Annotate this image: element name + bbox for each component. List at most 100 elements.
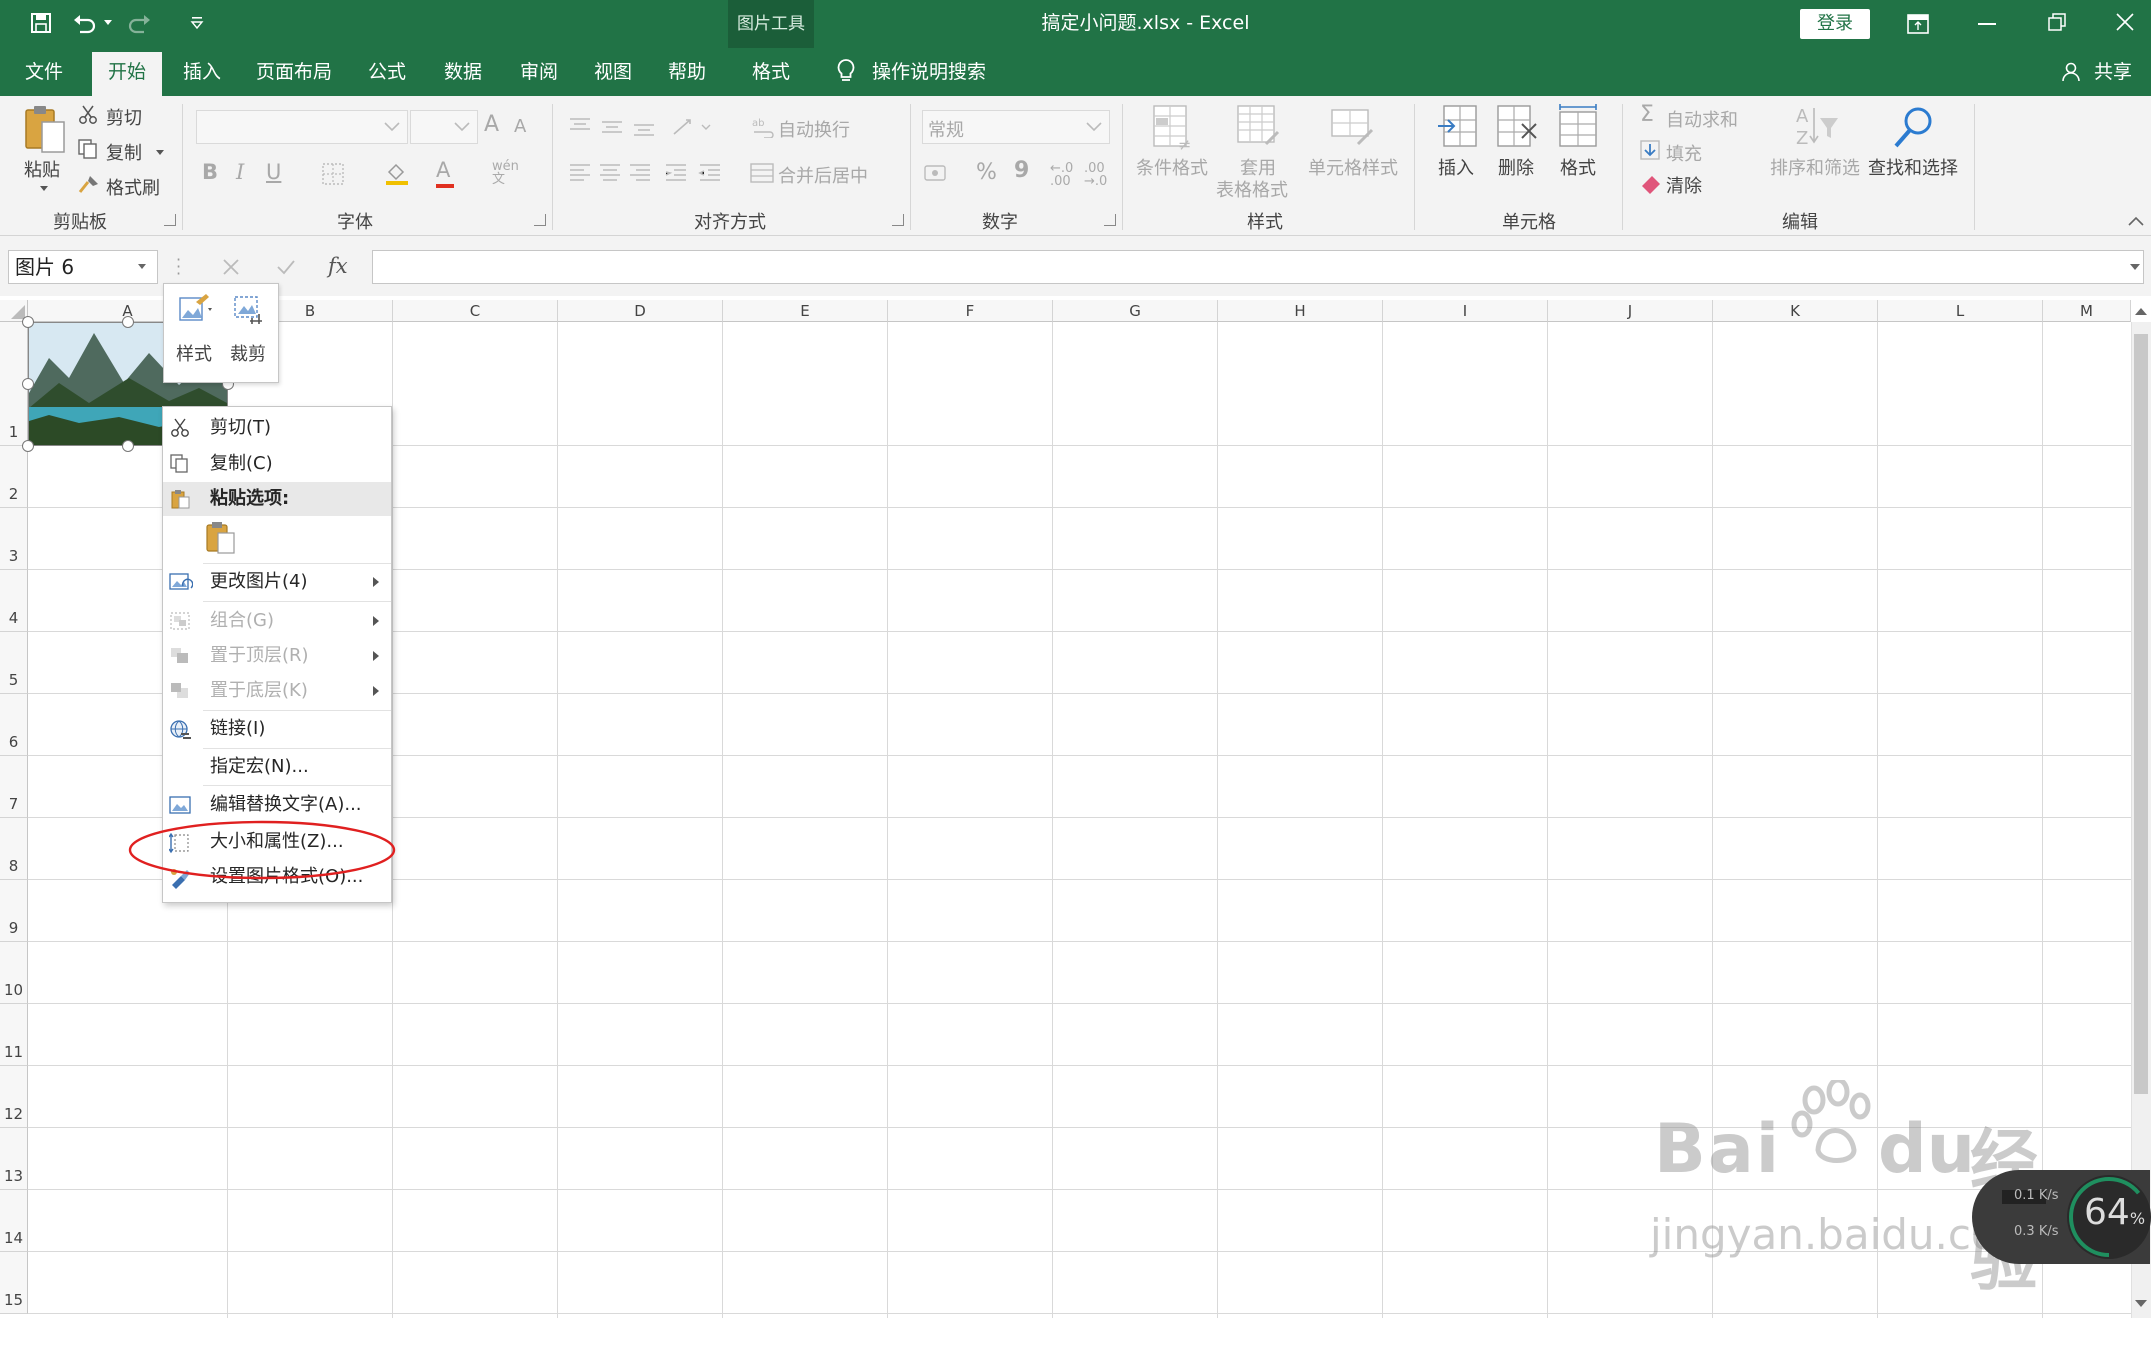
fill-icon[interactable] (1640, 140, 1660, 160)
row-header-8[interactable]: 8 (0, 818, 28, 880)
italic-button[interactable]: I (236, 160, 244, 184)
resize-handle[interactable] (22, 316, 34, 328)
resize-handle[interactable] (22, 440, 34, 452)
column-header-c[interactable]: C (393, 300, 558, 322)
column-header-f[interactable]: F (888, 300, 1053, 322)
accounting-format-icon[interactable] (924, 164, 950, 182)
sort-filter-label[interactable]: 排序和筛选 (1770, 154, 1860, 180)
menu-item-bring-front[interactable]: 置于顶层(R) (163, 639, 391, 673)
ribbon-display-options-icon[interactable] (1907, 14, 1929, 34)
tab-view[interactable]: 视图 (578, 48, 648, 96)
resize-handle[interactable] (22, 378, 34, 390)
scroll-down-icon[interactable] (2135, 1300, 2147, 1307)
column-header-l[interactable]: L (1878, 300, 2043, 322)
column-header-g[interactable]: G (1053, 300, 1218, 322)
tab-file[interactable]: 文件 (0, 48, 88, 96)
confirm-entry-icon[interactable] (276, 258, 296, 276)
format-as-table-label-2[interactable]: 表格格式 (1216, 176, 1288, 202)
column-header-m[interactable]: M (2043, 300, 2131, 322)
row-header-13[interactable]: 13 (0, 1128, 28, 1190)
cancel-entry-icon[interactable] (222, 258, 240, 276)
phonetic-guide-icon[interactable]: wén 文 (492, 160, 519, 186)
menu-item-link[interactable]: 链接(I) (163, 712, 391, 746)
alignment-launcher-icon[interactable] (892, 214, 904, 226)
scroll-up-icon[interactable] (2135, 308, 2147, 315)
align-top-icon[interactable] (568, 116, 688, 138)
insert-function-button[interactable]: fx (328, 254, 348, 278)
cut-label[interactable]: 剪切 (106, 104, 142, 130)
insert-cells-icon[interactable] (1436, 104, 1480, 150)
number-launcher-icon[interactable] (1104, 214, 1116, 226)
wrap-text-icon[interactable]: ab (752, 116, 774, 138)
format-painter-label[interactable]: 格式刷 (106, 174, 160, 200)
collapse-ribbon-icon[interactable] (2128, 216, 2144, 226)
share-button[interactable]: 共享 (2088, 48, 2138, 96)
menu-item-alt-text[interactable]: 编辑替换文字(A)... (163, 788, 391, 822)
row-header-15[interactable]: 15 (0, 1252, 28, 1314)
menu-item-send-back[interactable]: 置于底层(K) (163, 674, 391, 708)
bold-button[interactable]: B (202, 160, 218, 184)
autosum-icon[interactable]: Σ (1640, 102, 1654, 127)
wrap-text-label[interactable]: 自动换行 (778, 116, 850, 142)
row-header-14[interactable]: 14 (0, 1190, 28, 1252)
expand-formula-bar-icon[interactable] (2130, 264, 2140, 270)
tab-format[interactable]: 格式 (736, 48, 806, 96)
cell-styles-icon[interactable] (1330, 104, 1376, 150)
borders-icon[interactable] (322, 163, 344, 185)
chevron-down-icon[interactable] (1086, 122, 1102, 132)
row-header-7[interactable]: 7 (0, 756, 28, 818)
row-header-3[interactable]: 3 (0, 508, 28, 570)
clear-label[interactable]: 清除 (1666, 172, 1702, 198)
insert-cells-label[interactable]: 插入 (1438, 154, 1474, 180)
autosum-label[interactable]: 自动求和 (1666, 106, 1738, 132)
cell-styles-label[interactable]: 单元格样式 (1308, 154, 1398, 180)
format-as-table-icon[interactable] (1236, 104, 1282, 150)
paste-icon[interactable] (22, 104, 68, 156)
align-left-icon[interactable] (568, 162, 738, 184)
chevron-down-icon[interactable] (454, 122, 470, 132)
column-header-j[interactable]: J (1548, 300, 1713, 322)
font-launcher-icon[interactable] (534, 214, 546, 226)
conditional-formatting-icon[interactable]: ≠ (1152, 104, 1196, 152)
font-color-button[interactable]: A (436, 158, 450, 182)
clear-eraser-icon[interactable] (1640, 174, 1662, 194)
tab-review[interactable]: 审阅 (504, 48, 574, 96)
merge-center-icon[interactable] (750, 162, 774, 184)
tab-page-layout[interactable]: 页面布局 (248, 48, 340, 96)
crop-label[interactable]: 裁剪 (230, 340, 266, 366)
decrease-decimal-icon[interactable]: .00 →.0 (1084, 162, 1107, 188)
picture-style-label[interactable]: 样式 (176, 340, 212, 366)
row-header-2[interactable]: 2 (0, 446, 28, 508)
conditional-formatting-label[interactable]: 条件格式 (1136, 154, 1208, 180)
find-select-icon[interactable] (1890, 104, 1936, 150)
column-header-d[interactable]: D (558, 300, 723, 322)
tab-insert[interactable]: 插入 (168, 48, 236, 96)
format-painter-icon[interactable] (78, 174, 100, 194)
paste-label[interactable]: 粘贴 (24, 156, 60, 182)
font-name-combobox[interactable] (196, 110, 408, 144)
column-header-e[interactable]: E (723, 300, 888, 322)
paste-dropdown-icon[interactable] (40, 186, 48, 191)
shrink-font-button[interactable]: A (514, 116, 526, 137)
close-icon[interactable] (2116, 13, 2134, 31)
row-header-10[interactable]: 10 (0, 942, 28, 1004)
minimize-icon[interactable] (1978, 23, 1996, 25)
row-header-12[interactable]: 12 (0, 1066, 28, 1128)
more-options-icon[interactable]: · · · (176, 252, 181, 282)
tell-me-search[interactable]: 操作说明搜索 (872, 48, 992, 96)
paste-option-icon[interactable] (205, 521, 237, 555)
crop-icon[interactable] (232, 294, 264, 326)
row-header-5[interactable]: 5 (0, 632, 28, 694)
share-person-icon[interactable] (2062, 62, 2080, 82)
delete-cells-label[interactable]: 删除 (1498, 154, 1534, 180)
chevron-down-icon[interactable] (384, 122, 400, 132)
orientation-icon[interactable] (672, 116, 712, 138)
column-header-k[interactable]: K (1713, 300, 1878, 322)
column-header-i[interactable]: I (1383, 300, 1548, 322)
delete-cells-icon[interactable] (1496, 104, 1540, 150)
copy-label[interactable]: 复制 (106, 139, 142, 165)
copy-dropdown-icon[interactable] (156, 150, 164, 155)
menu-item-group[interactable]: 组合(G) (163, 604, 391, 638)
row-header-11[interactable]: 11 (0, 1004, 28, 1066)
cut-icon[interactable] (78, 105, 98, 125)
